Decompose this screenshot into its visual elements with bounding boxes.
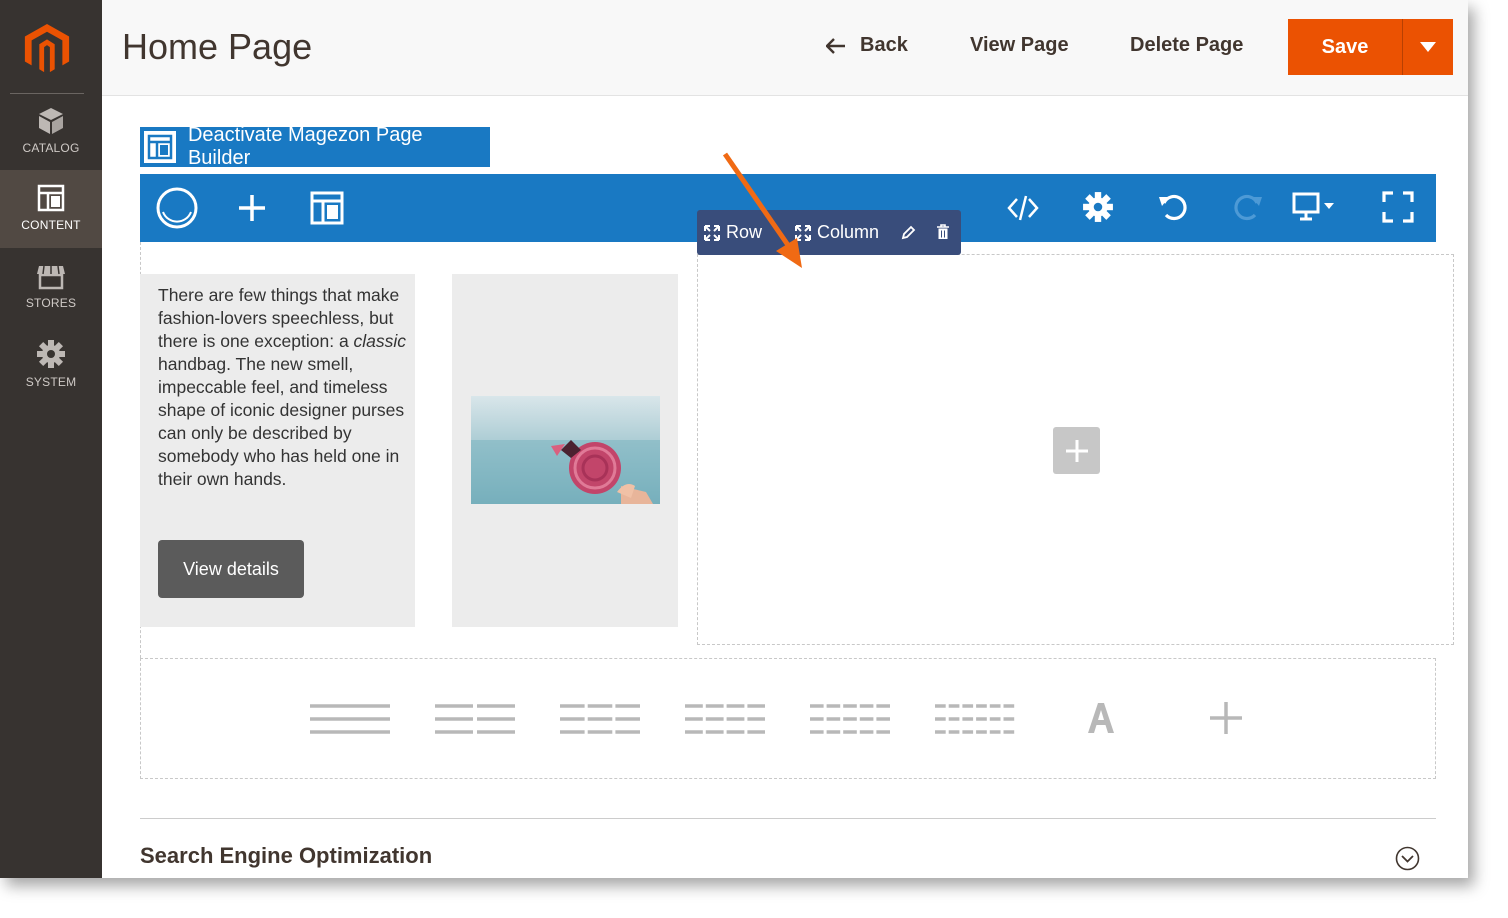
delete-page-button[interactable]: Delete Page xyxy=(1130,34,1243,57)
arrow-left-icon xyxy=(826,37,845,54)
fullscreen-icon[interactable] xyxy=(1382,191,1414,223)
image-column[interactable] xyxy=(452,274,678,627)
save-options-toggle[interactable] xyxy=(1402,19,1453,75)
nav-stores-label: STORES xyxy=(25,296,77,310)
layout-2-columns-icon[interactable] xyxy=(435,703,515,735)
view-details-button[interactable]: View details xyxy=(158,540,304,598)
seo-section-title[interactable]: Search Engine Optimization xyxy=(140,843,432,869)
templates-icon[interactable] xyxy=(310,191,344,225)
back-button[interactable]: Back xyxy=(826,34,908,57)
responsive-desktop-icon[interactable] xyxy=(1292,192,1338,222)
seo-divider xyxy=(140,818,1436,819)
text-block: There are few things that make fashion-l… xyxy=(158,285,407,489)
page-header: Home Page Back View Page Delete Page Sav… xyxy=(102,0,1468,96)
layout-icon xyxy=(37,184,65,212)
builder-layout-icon xyxy=(144,131,176,163)
column-label: Column xyxy=(817,222,880,242)
layout-5-columns-icon[interactable] xyxy=(810,703,890,735)
magento-logo-icon[interactable] xyxy=(24,24,70,74)
handbag-photo xyxy=(471,396,660,504)
layout-4-columns-icon[interactable] xyxy=(685,703,765,735)
nav-content[interactable]: CONTENT xyxy=(0,170,102,248)
store-icon xyxy=(37,265,65,290)
page-title: Home Page xyxy=(122,26,313,67)
builder-logo-icon[interactable] xyxy=(155,186,199,230)
nav-system-label: SYSTEM xyxy=(25,375,77,389)
nav-catalog-label: CATALOG xyxy=(22,141,80,155)
layout-picker xyxy=(140,658,1436,779)
empty-column[interactable] xyxy=(697,254,1454,645)
gear-icon xyxy=(37,340,65,368)
layout-1-column-icon[interactable] xyxy=(310,703,390,735)
nav-system[interactable]: SYSTEM xyxy=(0,335,102,413)
back-button-label: Back xyxy=(860,34,908,56)
settings-gear-icon[interactable] xyxy=(1082,191,1114,223)
layout-6-columns-icon[interactable] xyxy=(935,703,1015,735)
nav-stores[interactable]: STORES xyxy=(0,258,102,336)
chevron-down-circle-icon[interactable] xyxy=(1395,846,1420,871)
pencil-icon[interactable] xyxy=(901,225,916,240)
add-element-icon[interactable] xyxy=(236,192,268,224)
code-editor-icon[interactable] xyxy=(1007,192,1039,224)
layout-3-columns-icon[interactable] xyxy=(560,703,640,735)
save-button[interactable]: Save xyxy=(1288,19,1402,75)
redo-icon[interactable] xyxy=(1232,191,1264,223)
deactivate-page-builder-button[interactable]: Deactivate Magezon Page Builder xyxy=(140,124,490,169)
plus-icon xyxy=(1065,439,1088,462)
undo-icon[interactable] xyxy=(1157,191,1189,223)
deactivate-label: Deactivate Magezon Page Builder xyxy=(187,124,423,169)
trash-icon[interactable] xyxy=(936,224,950,240)
save-button-group: Save xyxy=(1288,19,1453,75)
text-element-icon[interactable] xyxy=(1087,701,1115,735)
add-row-plus-icon[interactable] xyxy=(1209,701,1243,735)
caret-down-icon xyxy=(1420,42,1436,52)
nav-catalog[interactable]: CATALOG xyxy=(0,100,102,178)
box-icon xyxy=(39,108,63,134)
admin-window: CATALOG CONTENT STORES SYSTEM Home Page … xyxy=(0,0,1468,878)
admin-sidebar: CATALOG CONTENT STORES SYSTEM xyxy=(0,0,102,878)
text-column[interactable]: There are few things that make fashion-l… xyxy=(140,274,415,627)
logo-divider xyxy=(10,93,84,94)
view-page-button[interactable]: View Page xyxy=(970,34,1069,57)
add-element-tile[interactable] xyxy=(1053,427,1100,474)
annotation-arrow-icon xyxy=(722,152,802,268)
nav-content-label: CONTENT xyxy=(21,218,81,232)
